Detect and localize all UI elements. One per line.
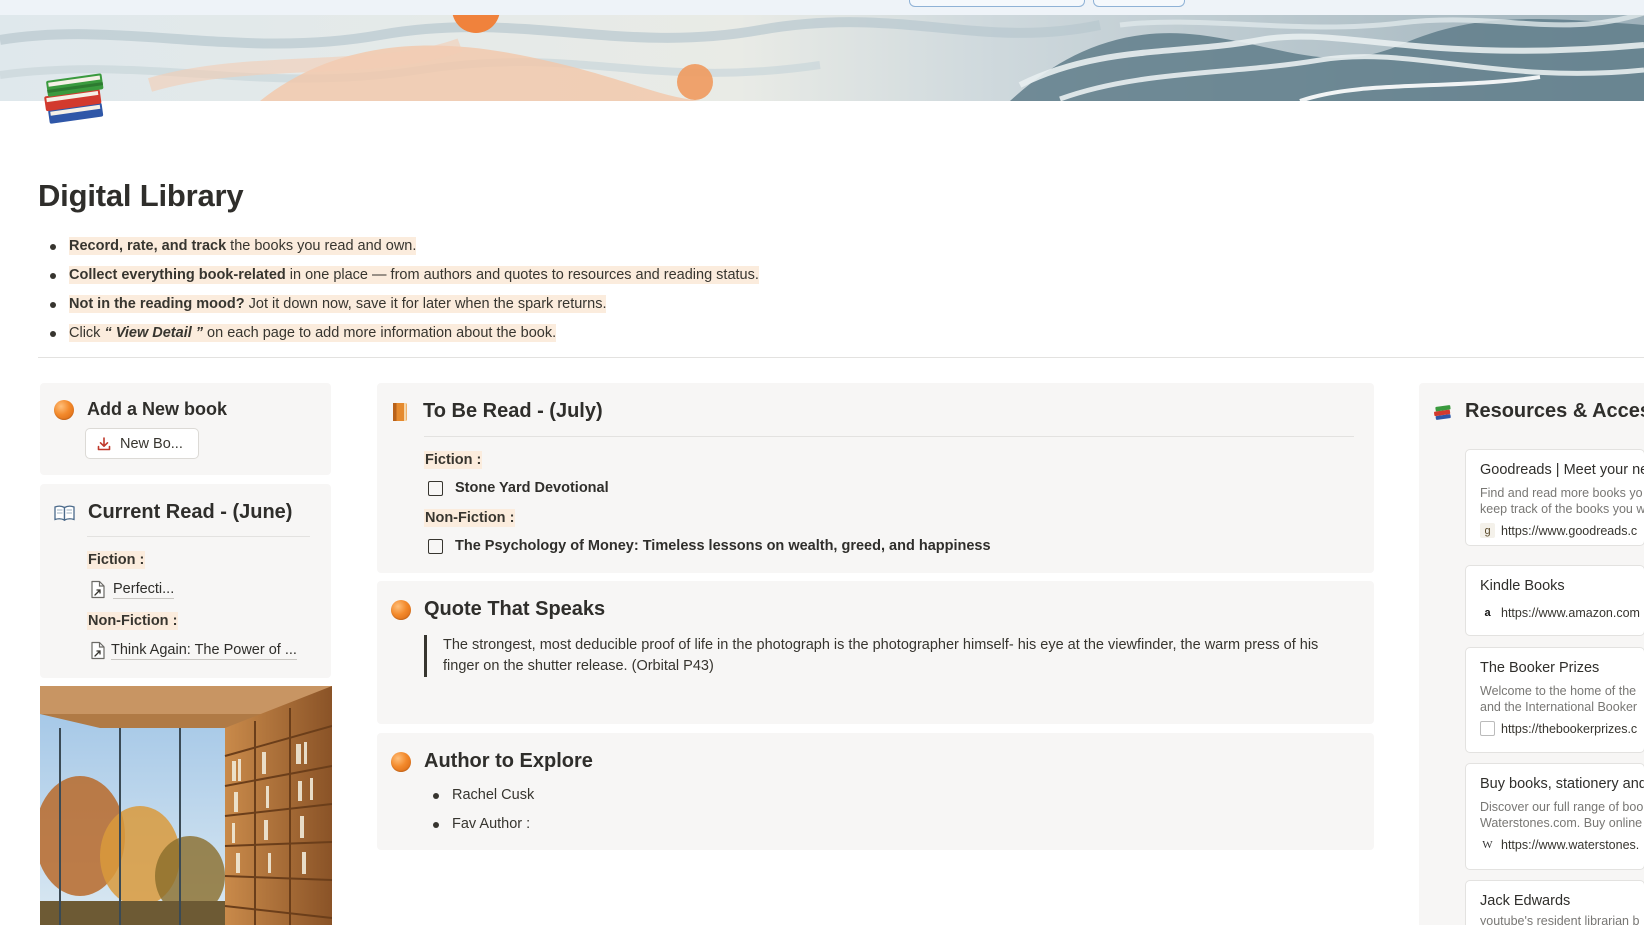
heading-rule <box>87 536 310 537</box>
quote-block: The strongest, most deducible proof of l… <box>424 635 1354 677</box>
current-read-card: Current Read - (June) Fiction : Perfecti… <box>40 484 331 678</box>
nonfiction-label: Non-Fiction : <box>424 509 516 527</box>
checkbox[interactable] <box>428 480 443 496</box>
card-title: Resources & Acces <box>1465 400 1644 422</box>
bookmark-booker[interactable]: The Booker Prizes Welcome to the home of… <box>1465 647 1644 753</box>
add-book-card: Add a New book New Bo... <box>40 383 331 475</box>
page-title: Digital Library <box>38 178 244 213</box>
bookmark-goodreads[interactable]: Goodreads | Meet your ne Find and read m… <box>1465 449 1644 546</box>
bookmark-jack-edwards[interactable]: Jack Edwards youtube's resident libraria… <box>1465 880 1644 925</box>
bookmark-kindle[interactable]: Kindle Books a https://www.amazon.com <box>1465 565 1644 636</box>
top-control-left[interactable] <box>909 0 1085 7</box>
card-title: Author to Explore <box>424 750 593 772</box>
intro-list: Record, rate, and track the books you re… <box>50 237 759 353</box>
new-book-button[interactable]: New Bo... <box>85 428 199 459</box>
author-card: Author to Explore Rachel Cusk Fav Author… <box>377 733 1374 850</box>
fiction-label: Fiction : <box>87 551 146 569</box>
books-stack-icon[interactable] <box>40 58 112 130</box>
orange-circle-icon <box>391 599 411 620</box>
top-control-right[interactable] <box>1093 0 1185 7</box>
orange-book-icon <box>393 402 407 421</box>
goodreads-favicon-icon: g <box>1480 523 1495 538</box>
bookmark-waterstones[interactable]: Buy books, stationery and Discover our f… <box>1465 763 1644 870</box>
fiction-label: Fiction : <box>424 451 483 469</box>
tbr-fiction-todo[interactable]: Stone Yard Devotional <box>428 480 609 496</box>
cover-image[interactable] <box>0 15 1644 101</box>
orange-circle-icon <box>391 751 411 772</box>
resources-card: Resources & Acces Goodreads | Meet your … <box>1419 383 1644 925</box>
tbr-nonfiction-todo[interactable]: The Psychology of Money: Timeless lesson… <box>428 538 991 554</box>
quote-card: Quote That Speaks The strongest, most de… <box>377 581 1374 724</box>
cover-artwork <box>0 15 1644 101</box>
library-photo <box>40 686 332 925</box>
page-link-icon <box>91 641 105 660</box>
intro-item: Click “ View Detail ” on each page to ad… <box>50 324 759 343</box>
amazon-favicon-icon: a <box>1484 606 1491 619</box>
new-book-button-label: New Bo... <box>120 435 183 452</box>
card-title: Current Read - (June) <box>88 501 293 523</box>
card-title: To Be Read - (July) <box>423 400 603 422</box>
open-book-icon <box>54 504 75 521</box>
card-title: Quote That Speaks <box>424 598 606 620</box>
books-icon <box>1434 404 1451 420</box>
current-nonfiction-book-link[interactable]: Think Again: The Power of ... <box>89 641 297 660</box>
top-bar <box>0 0 1644 15</box>
download-icon <box>97 436 111 450</box>
orange-circle-icon <box>54 399 74 420</box>
page-link-icon <box>91 580 105 599</box>
intro-item: Not in the reading mood? Jot it down now… <box>50 295 759 314</box>
author-list: Rachel Cusk Fav Author : <box>433 786 534 844</box>
booker-favicon-icon <box>1480 721 1495 736</box>
heading-rule <box>424 436 1354 437</box>
to-be-read-card: To Be Read - (July) Fiction : Stone Yard… <box>377 383 1374 573</box>
list-item: Fav Author : <box>433 815 534 834</box>
nonfiction-label: Non-Fiction : <box>87 612 179 630</box>
checkbox[interactable] <box>428 538 443 554</box>
list-item: Rachel Cusk <box>433 786 534 805</box>
intro-item: Record, rate, and track the books you re… <box>50 237 759 256</box>
section-divider <box>38 357 1644 358</box>
card-title: Add a New book <box>87 399 228 419</box>
current-fiction-book-link[interactable]: Perfecti... <box>89 580 175 599</box>
intro-item: Collect everything book-related in one p… <box>50 266 759 285</box>
waterstones-favicon-icon: W <box>1482 838 1493 851</box>
